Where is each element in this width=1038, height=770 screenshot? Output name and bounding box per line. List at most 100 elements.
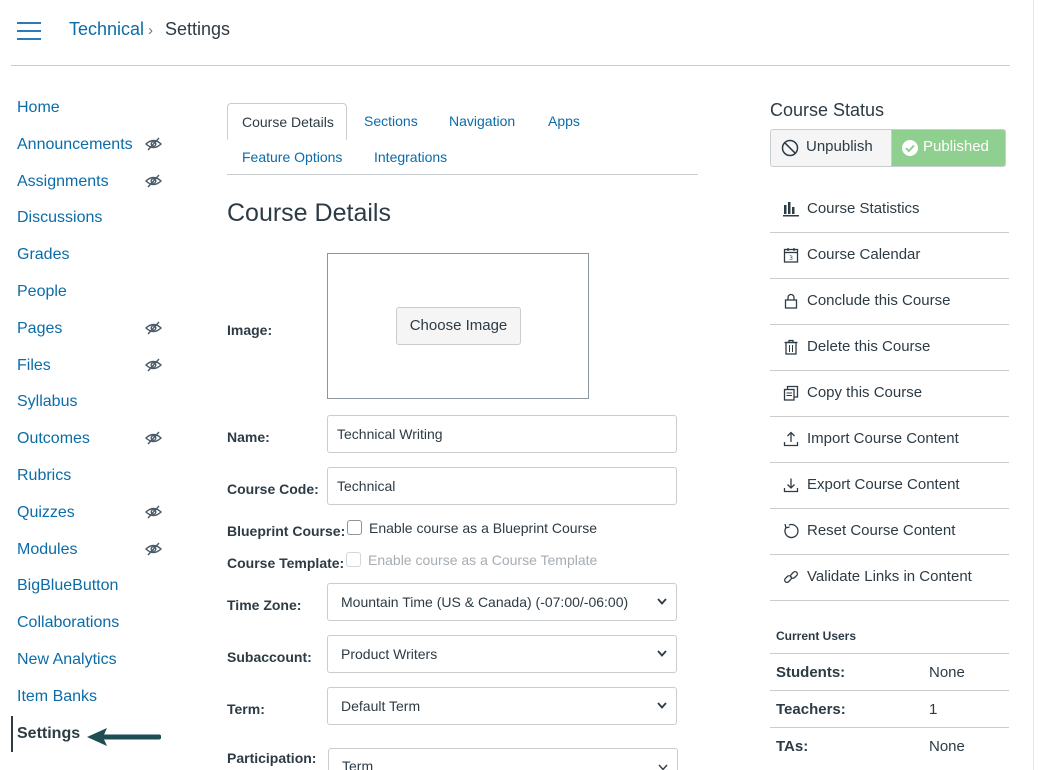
- users-key: TAs:: [776, 738, 809, 755]
- unpublish-button[interactable]: Unpublish: [771, 130, 892, 166]
- published-label: Published: [923, 138, 989, 155]
- term-label: Term:: [227, 701, 265, 717]
- eye-hidden-icon: [145, 137, 162, 151]
- nav-item-new-analytics[interactable]: New Analytics: [17, 651, 117, 669]
- chevron-down-icon: [657, 702, 667, 709]
- nav-item-people[interactable]: People: [17, 283, 67, 301]
- reset-content-link[interactable]: Reset Course Content: [770, 509, 1009, 555]
- blueprint-checkbox-label: Enable course as a Blueprint Course: [369, 520, 598, 536]
- conclude-course-label: Conclude this Course: [807, 292, 951, 309]
- check-circle-icon: [902, 140, 918, 156]
- eye-hidden-icon: [145, 321, 162, 335]
- eye-hidden-icon: [145, 174, 162, 188]
- chevron-down-icon: [657, 598, 667, 605]
- users-value: None: [929, 738, 965, 755]
- users-row-tas: TAs: None: [770, 727, 1009, 764]
- bar-chart-icon: [783, 202, 799, 217]
- hamburger-menu-icon[interactable]: [17, 22, 41, 40]
- participation-label: Participation:: [227, 750, 317, 766]
- course-statistics-link[interactable]: Course Statistics: [770, 187, 1009, 233]
- lock-icon: [784, 293, 798, 309]
- page-edge-divider: [1033, 0, 1034, 770]
- published-button[interactable]: Published: [892, 130, 1005, 166]
- time-zone-value: Mountain Time (US & Canada) (-07:00/-06:…: [341, 594, 629, 610]
- link-icon: [784, 570, 798, 584]
- delete-course-label: Delete this Course: [807, 338, 931, 355]
- nav-item-rubrics[interactable]: Rubrics: [17, 467, 71, 485]
- users-value: 1: [929, 701, 938, 718]
- nav-item-outcomes[interactable]: Outcomes: [17, 430, 90, 448]
- nav-item-quizzes[interactable]: Quizzes: [17, 504, 75, 522]
- tab-sections[interactable]: Sections: [364, 113, 418, 129]
- course-template-checkbox-label: Enable course as a Course Template: [368, 552, 598, 568]
- nav-item-home[interactable]: Home: [17, 99, 60, 117]
- chevron-down-icon: [657, 650, 667, 657]
- blueprint-label: Blueprint Course:: [227, 523, 346, 539]
- nav-item-collaborations[interactable]: Collaborations: [17, 614, 119, 632]
- download-icon: [783, 478, 799, 493]
- export-content-link[interactable]: Export Course Content: [770, 463, 1009, 509]
- breadcrumb-separator-icon: ›: [148, 22, 153, 39]
- name-label: Name:: [227, 429, 270, 445]
- breadcrumb-current: Settings: [165, 19, 231, 39]
- users-value: None: [929, 664, 965, 681]
- course-template-label: Course Template:: [227, 555, 345, 571]
- nav-item-bigbluebutton[interactable]: BigBlueButton: [17, 577, 118, 595]
- users-key: Teachers:: [776, 701, 846, 718]
- eye-hidden-icon: [145, 431, 162, 445]
- subaccount-value: Product Writers: [341, 646, 438, 662]
- term-select[interactable]: Default Term: [327, 687, 677, 725]
- validate-links-link[interactable]: Validate Links in Content: [770, 555, 1009, 601]
- subaccount-select[interactable]: Product Writers: [327, 635, 677, 673]
- choose-image-button[interactable]: Choose Image: [396, 307, 521, 345]
- course-name-input[interactable]: Technical Writing: [327, 415, 677, 453]
- import-content-link[interactable]: Import Course Content: [770, 417, 1009, 463]
- course-navigation: Home Announcements Assignments Discussio…: [0, 0, 133, 752]
- reset-content-label: Reset Course Content: [807, 522, 956, 539]
- arrow-left-icon: [87, 728, 161, 746]
- nav-item-item-banks[interactable]: Item Banks: [17, 688, 97, 706]
- nav-item-assignments[interactable]: Assignments: [17, 173, 109, 191]
- term-value: Default Term: [341, 698, 421, 714]
- subaccount-label: Subaccount:: [227, 649, 312, 665]
- delete-course-link[interactable]: Delete this Course: [770, 325, 1009, 371]
- breadcrumb-course-link[interactable]: Technical: [69, 19, 144, 40]
- course-code-input[interactable]: Technical: [327, 467, 677, 505]
- copy-icon: [783, 385, 799, 401]
- eye-hidden-icon: [145, 505, 162, 519]
- nav-item-modules[interactable]: Modules: [17, 541, 77, 559]
- publish-toggle: Unpublish Published: [770, 129, 1006, 167]
- participation-select[interactable]: Term: [328, 748, 678, 770]
- validate-links-label: Validate Links in Content: [807, 568, 972, 585]
- nav-item-syllabus[interactable]: Syllabus: [17, 393, 77, 411]
- nav-item-discussions[interactable]: Discussions: [17, 209, 102, 227]
- users-key: Students:: [776, 664, 846, 681]
- tab-feature-options[interactable]: Feature Options: [242, 149, 342, 165]
- course-code-label: Course Code:: [227, 481, 319, 497]
- calendar-icon: 3: [783, 248, 799, 263]
- tab-integrations[interactable]: Integrations: [374, 149, 447, 165]
- nav-item-grades[interactable]: Grades: [17, 246, 69, 264]
- nav-item-announcements[interactable]: Announcements: [17, 136, 133, 154]
- eye-hidden-icon: [145, 542, 162, 556]
- time-zone-select[interactable]: Mountain Time (US & Canada) (-07:00/-06:…: [327, 583, 677, 621]
- blueprint-checkbox[interactable]: [347, 520, 362, 535]
- course-calendar-label: Course Calendar: [807, 246, 921, 263]
- nav-item-pages[interactable]: Pages: [17, 320, 62, 338]
- course-template-checkbox: [346, 552, 361, 567]
- nav-item-settings[interactable]: Settings: [17, 725, 80, 743]
- conclude-course-link[interactable]: Conclude this Course: [770, 279, 1009, 325]
- unpublish-label: Unpublish: [806, 138, 873, 155]
- time-zone-label: Time Zone:: [227, 597, 302, 613]
- copy-course-link[interactable]: Copy this Course: [770, 371, 1009, 417]
- users-row-teachers: Teachers: 1: [770, 690, 1009, 727]
- course-calendar-link[interactable]: 3 Course Calendar: [770, 233, 1009, 279]
- tab-course-details[interactable]: Course Details: [227, 103, 347, 140]
- tab-navigation[interactable]: Navigation: [449, 113, 515, 129]
- nav-item-files[interactable]: Files: [17, 357, 51, 375]
- eye-hidden-icon: [145, 358, 162, 372]
- reset-icon: [784, 523, 799, 539]
- copy-course-label: Copy this Course: [807, 384, 923, 401]
- current-users-title: Current Users: [776, 629, 857, 643]
- tab-apps[interactable]: Apps: [548, 113, 580, 129]
